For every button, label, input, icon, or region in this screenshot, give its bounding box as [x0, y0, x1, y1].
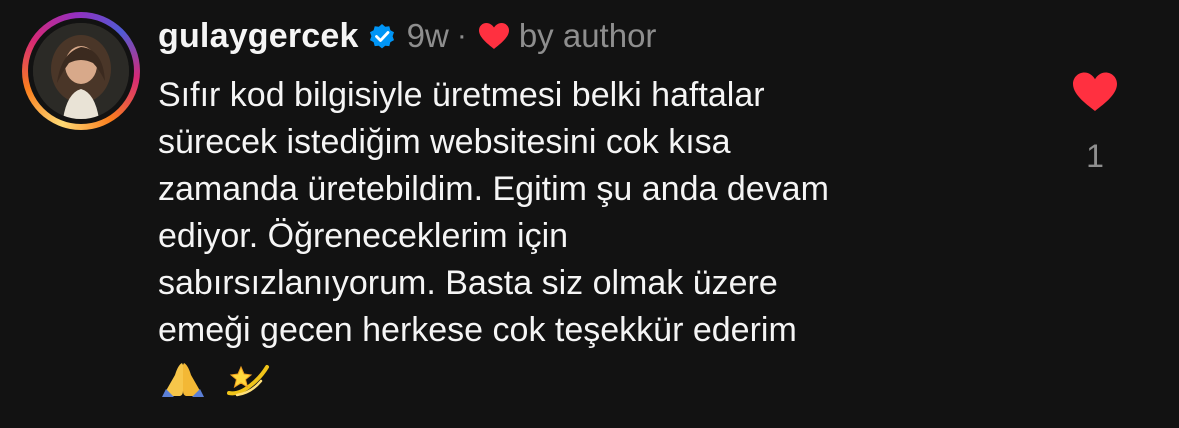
- comment-header: gulaygercek 9w · by author: [158, 14, 656, 58]
- folded-hands-emoji: [158, 359, 208, 399]
- comment-timestamp: 9w: [406, 17, 449, 54]
- dizzy-emoji: [223, 359, 273, 399]
- heart-icon: [477, 21, 511, 51]
- meta-separator: ·: [456, 19, 467, 52]
- comment-text: Sıfır kod bilgisiyle üretmesi belki haft…: [158, 72, 1018, 401]
- comment-text-line: zamanda üretebildim. Egitim şu anda deva…: [158, 170, 829, 208]
- avatar[interactable]: [33, 23, 129, 119]
- heart-filled-icon: [1073, 72, 1117, 111]
- verified-badge-icon: [367, 21, 397, 51]
- comment-text-line: sabırsızlanıyorum. Basta siz olmak üzere: [158, 264, 778, 302]
- comment-text-line: emeği gecen herkese cok teşekkür ederim: [158, 311, 797, 349]
- username-link[interactable]: gulaygercek: [158, 17, 359, 56]
- like-count[interactable]: 1: [1071, 138, 1119, 175]
- like-button[interactable]: [1071, 70, 1119, 114]
- comment-text-line: ediyor. Öğreneceklerim için: [158, 217, 569, 255]
- liked-by-author-label: by author: [518, 17, 657, 54]
- comment-text-line: sürecek istediğim websitesini cok kısa: [158, 123, 731, 161]
- avatar-story-ring[interactable]: [22, 12, 140, 130]
- comment-row: gulaygercek 9w · by author Sıfır kod bil…: [0, 0, 1179, 428]
- comment-emoji-line: [158, 354, 1018, 401]
- comment-text-line: Sıfır kod bilgisiyle üretmesi belki haft…: [158, 76, 765, 114]
- avatar-photo-icon: [33, 23, 129, 119]
